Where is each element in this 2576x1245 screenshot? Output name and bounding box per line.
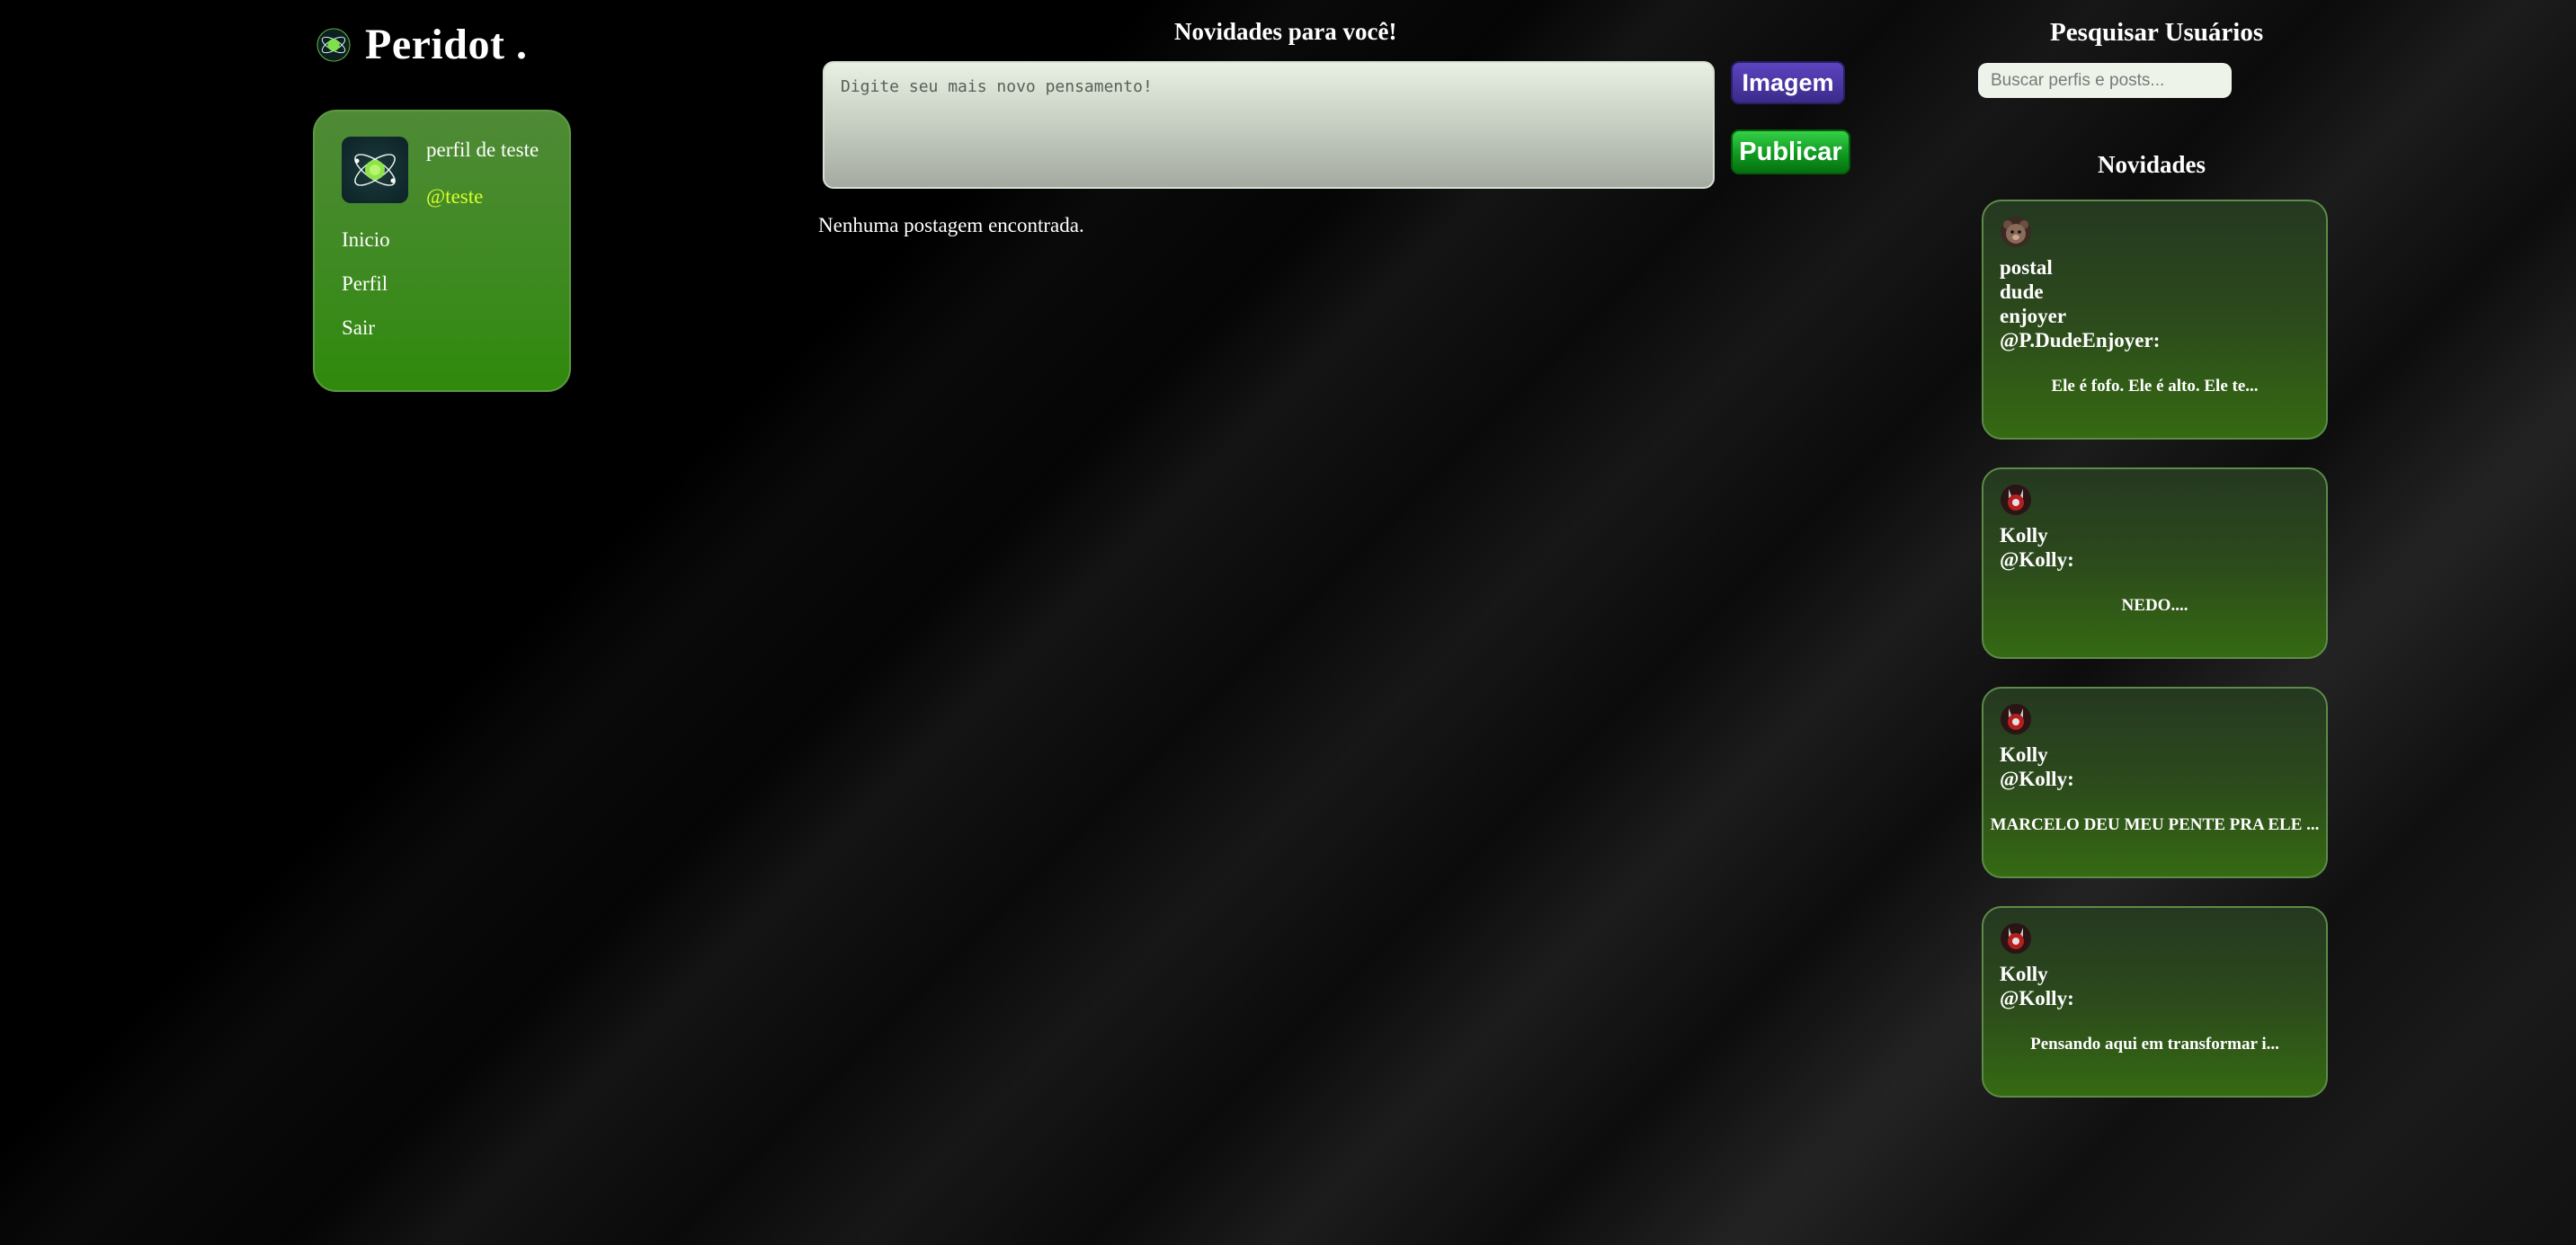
- post-author-name: Kolly: [2000, 524, 2048, 547]
- post-author-name: postal: [2000, 256, 2053, 279]
- post-author-handle: @P.DudeEnjoyer:: [2000, 329, 2161, 351]
- news-post-card[interactable]: postal dude enjoyer @P.DudeEnjoyer: Ele …: [1982, 200, 2328, 440]
- avatar[interactable]: [2000, 484, 2032, 516]
- avatar-kolly-icon: [2001, 923, 2031, 954]
- post-author-handle: @Kolly:: [2000, 768, 2074, 790]
- profile-card: perfil de teste @teste Inicio Perfil Sai…: [313, 110, 571, 392]
- avatar[interactable]: [342, 137, 408, 203]
- feed-title: Novidades para você!: [1174, 18, 1397, 45]
- peridot-atom-icon: [316, 27, 351, 62]
- avatar-bear-icon: [2001, 217, 2031, 247]
- sidebar-item-perfil[interactable]: Perfil: [342, 272, 569, 316]
- news-post-card[interactable]: Kolly @Kolly: NEDO....: [1982, 467, 2328, 659]
- post-text: Pensando aqui em transformar i...: [2030, 1035, 2279, 1054]
- post-author-handle: @Kolly:: [2000, 548, 2074, 571]
- post-author-name: enjoyer: [2000, 305, 2067, 327]
- post-author-handle: @Kolly:: [2000, 987, 2074, 1009]
- post-author: Kolly @Kolly:: [2000, 743, 2074, 791]
- profile-name: perfil de teste: [426, 138, 539, 161]
- news-post-card[interactable]: Kolly @Kolly: Pensando aqui em transform…: [1982, 906, 2328, 1098]
- post-text: Ele é fofo. Ele é alto. Ele te...: [2051, 377, 2259, 396]
- profile-summary[interactable]: perfil de teste @teste: [342, 137, 569, 209]
- news-post-card[interactable]: Kolly @Kolly: MARCELO DEU MEU PENTE PRA …: [1982, 687, 2328, 878]
- peridot-atom-icon: [354, 154, 396, 186]
- publish-button[interactable]: Publicar: [1731, 129, 1850, 174]
- profile-handle: @teste: [426, 185, 484, 208]
- empty-feed-message: Nenhuma postagem encontrada.: [818, 214, 1084, 236]
- post-author: Kolly @Kolly:: [2000, 523, 2074, 572]
- sidebar-item-inicio[interactable]: Inicio: [342, 228, 569, 272]
- avatar-kolly-icon: [2001, 704, 2031, 734]
- post-author-name: dude: [2000, 280, 2044, 303]
- search-title: Pesquisar Usuários: [2050, 18, 2264, 47]
- sidebar-item-sair[interactable]: Sair: [342, 316, 569, 360]
- post-author: postal dude enjoyer @P.DudeEnjoyer:: [2000, 255, 2160, 352]
- search-input[interactable]: [1978, 63, 2232, 98]
- avatar-kolly-icon: [2001, 485, 2031, 515]
- post-text: MARCELO DEU MEU PENTE PRA ELE ...: [1990, 815, 2320, 834]
- avatar[interactable]: [2000, 703, 2032, 735]
- avatar[interactable]: [2000, 216, 2032, 248]
- post-author-name: Kolly: [2000, 963, 2048, 985]
- brand-name: Peridot .: [365, 21, 528, 68]
- post-text: NEDO....: [2121, 596, 2188, 615]
- image-button[interactable]: Imagem: [1731, 61, 1845, 104]
- post-author-name: Kolly: [2000, 743, 2048, 766]
- sidebar-nav: Inicio Perfil Sair: [342, 228, 569, 360]
- avatar[interactable]: [2000, 922, 2032, 955]
- post-author: Kolly @Kolly:: [2000, 962, 2074, 1010]
- post-composer-input[interactable]: [823, 61, 1715, 189]
- brand[interactable]: Peridot .: [316, 20, 527, 69]
- news-title: Novidades: [2098, 151, 2206, 178]
